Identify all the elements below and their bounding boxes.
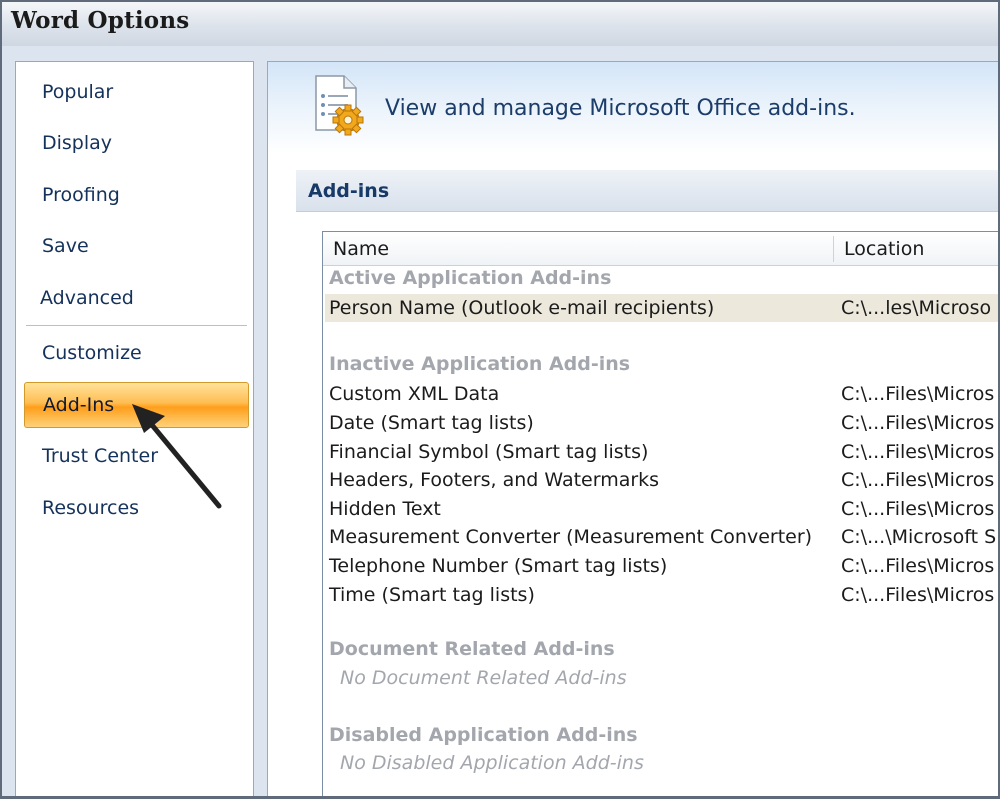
- row-location: C:\...Files\Micros: [841, 469, 995, 491]
- row-name: Telephone Number (Smart tag lists): [329, 555, 668, 577]
- window-title: Word Options: [11, 7, 190, 34]
- table-row[interactable]: Measurement Converter (Measurement Conve…: [325, 523, 998, 551]
- sidebar-item-label: Customize: [42, 342, 142, 364]
- title-bar[interactable]: Word Options: [2, 2, 998, 46]
- group-header-inactive: Inactive Application Add-ins: [329, 353, 631, 375]
- row-location: C:\...Files\Micros: [841, 383, 995, 405]
- sidebar-item-label: Trust Center: [42, 445, 159, 467]
- section-title: Add-ins: [296, 170, 998, 212]
- table-row[interactable]: Hidden Text C:\...Files\Micros: [325, 495, 998, 523]
- row-name: Date (Smart tag lists): [329, 412, 534, 434]
- row-location: C:\...\Microsoft S: [841, 526, 997, 548]
- sidebar-item-label: Popular: [42, 81, 114, 103]
- sidebar-divider: [26, 325, 247, 327]
- panel-header: View and manage Microsoft Office add-ins…: [268, 62, 998, 154]
- row-name: Hidden Text: [329, 498, 441, 520]
- table-row[interactable]: Financial Symbol (Smart tag lists) C:\..…: [325, 438, 998, 466]
- column-header-name[interactable]: Name: [333, 232, 389, 265]
- sidebar-item-label: Save: [42, 235, 89, 257]
- sidebar-item-proofing[interactable]: Proofing: [24, 172, 249, 218]
- sidebar-item-display[interactable]: Display: [24, 120, 249, 166]
- sidebar-item-add-ins[interactable]: Add-Ins: [24, 382, 249, 428]
- empty-document-note: No Document Related Add-ins: [340, 667, 627, 689]
- addins-panel: View and manage Microsoft Office add-ins…: [267, 61, 998, 796]
- sidebar-item-label: Resources: [42, 497, 140, 519]
- addins-gear-icon: [315, 75, 364, 136]
- row-location: C:\...Files\Micros: [841, 584, 995, 606]
- list-header: Name Location: [323, 232, 998, 266]
- sidebar-item-label: Proofing: [42, 184, 120, 206]
- row-name: Measurement Converter (Measurement Conve…: [329, 526, 813, 548]
- table-row[interactable]: Custom XML Data C:\...Files\Micros: [325, 380, 998, 408]
- row-name: Financial Symbol (Smart tag lists): [329, 441, 649, 463]
- sidebar-item-resources[interactable]: Resources: [24, 485, 249, 531]
- table-row[interactable]: Headers, Footers, and Watermarks C:\...F…: [325, 466, 998, 494]
- column-divider[interactable]: [833, 236, 834, 262]
- sidebar-item-customize[interactable]: Customize: [24, 330, 249, 376]
- sidebar-item-advanced[interactable]: Advanced: [24, 275, 249, 321]
- row-location: C:\...Files\Micros: [841, 412, 995, 434]
- addins-list[interactable]: Name Location Active Application Add-ins…: [322, 231, 998, 796]
- row-location: C:\...Files\Micros: [841, 555, 995, 577]
- sidebar-item-label: Advanced: [40, 287, 134, 309]
- group-header-disabled: Disabled Application Add-ins: [329, 724, 638, 746]
- sidebar-item-trust-center[interactable]: Trust Center: [24, 433, 249, 479]
- sidebar-item-popular[interactable]: Popular: [24, 69, 249, 115]
- row-name: Headers, Footers, and Watermarks: [329, 469, 660, 491]
- row-name: Person Name (Outlook e-mail recipients): [329, 297, 715, 319]
- sidebar-item-save[interactable]: Save: [24, 223, 249, 269]
- group-header-active: Active Application Add-ins: [329, 267, 612, 289]
- column-header-location[interactable]: Location: [844, 232, 924, 265]
- sidebar-item-label: Display: [42, 132, 113, 154]
- table-row[interactable]: Date (Smart tag lists) C:\...Files\Micro…: [325, 409, 998, 437]
- options-sidebar: Popular Display Proofing Save Advanced C…: [15, 61, 254, 796]
- table-row[interactable]: Person Name (Outlook e-mail recipients) …: [325, 294, 998, 322]
- row-name: Custom XML Data: [329, 383, 500, 405]
- row-name: Time (Smart tag lists): [329, 584, 535, 606]
- empty-disabled-note: No Disabled Application Add-ins: [340, 752, 644, 774]
- dialog-body: Popular Display Proofing Save Advanced C…: [2, 46, 998, 796]
- row-location: C:\...les\Microso: [841, 297, 992, 319]
- table-row[interactable]: Time (Smart tag lists) C:\...Files\Micro…: [325, 581, 998, 609]
- word-options-dialog: Word Options Popular Display Proofing Sa…: [0, 0, 1000, 799]
- panel-header-text: View and manage Microsoft Office add-ins…: [385, 96, 856, 121]
- group-header-document: Document Related Add-ins: [329, 638, 615, 660]
- row-location: C:\...Files\Micros: [841, 498, 995, 520]
- sidebar-item-label: Add-Ins: [43, 394, 115, 416]
- row-location: C:\...Files\Micros: [841, 441, 995, 463]
- table-row[interactable]: Telephone Number (Smart tag lists) C:\..…: [325, 552, 998, 580]
